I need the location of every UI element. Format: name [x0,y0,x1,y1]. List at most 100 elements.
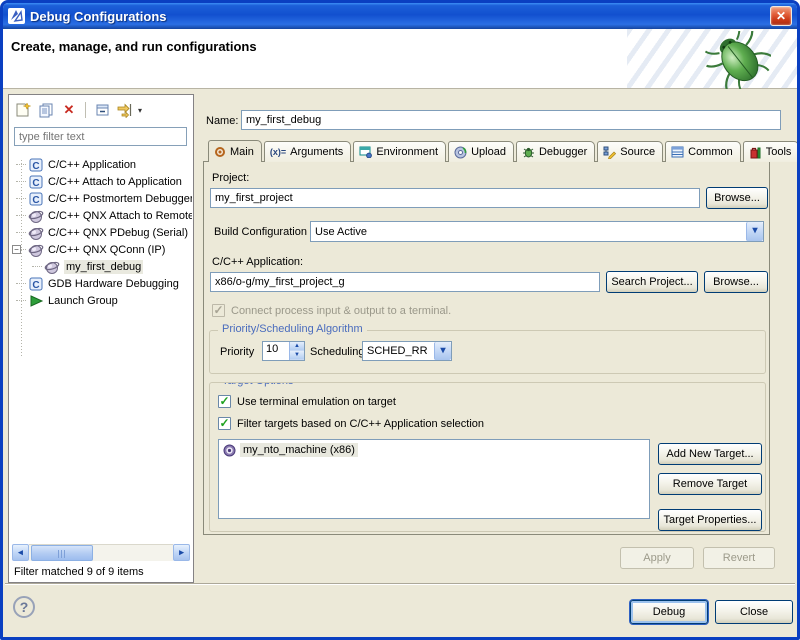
qnx-orb-icon [28,208,44,224]
tree-item-gdb-hardware[interactable]: C GDB Hardware Debugging [9,275,192,292]
common-tab-icon [671,146,684,158]
toolbar-separator [85,102,86,118]
tab-bar: Main (x)= Arguments Environment Upload D… [208,140,800,162]
title-bar[interactable]: Debug Configurations ✕ [3,3,797,29]
tools-tab-icon [749,146,762,159]
project-input[interactable] [210,188,700,208]
environment-tab-icon [359,146,372,158]
c-app-icon: C [28,191,44,207]
scrollbar-thumb[interactable] [31,545,93,561]
filter-targets-checkbox[interactable]: ✓ Filter targets based on C/C++ Applicat… [218,417,484,430]
tree-item-cpp-postmortem[interactable]: C C/C++ Postmortem Debugger [9,190,192,207]
revert-button[interactable]: Revert [703,547,775,569]
build-configuration-select[interactable]: Use Active ▾ [310,221,764,242]
target-properties-button[interactable]: Target Properties... [658,509,762,531]
name-label: Name: [206,115,238,127]
project-label: Project: [212,172,249,184]
configuration-tree: C C/C++ Application C C/C++ Attach to Ap… [9,152,192,382]
add-new-target-button[interactable]: Add New Target... [658,443,762,465]
debug-configurations-dialog: Debug Configurations ✕ [0,0,800,640]
svg-text:C: C [32,161,39,172]
tab-source[interactable]: Source [597,141,663,162]
configurations-sidebar: ✕ ▾ [8,94,194,583]
tree-item-launch-group[interactable]: Launch Group [9,292,192,309]
svg-text:C: C [32,178,39,189]
checkbox-check-icon: ✓ [212,304,225,317]
target-options-group: Target Options ✓ Use terminal emulation … [209,382,766,532]
name-input[interactable] [241,110,781,130]
debug-button[interactable]: Debug [630,600,708,624]
app-icon [8,8,25,24]
cpp-application-label: C/C++ Application: [212,256,303,268]
terminal-emulation-checkbox[interactable]: ✓ Use terminal emulation on target [218,395,396,408]
c-app-icon: C [28,174,44,190]
target-options-title: Target Options [218,382,298,387]
tab-debugger[interactable]: Debugger [516,141,595,162]
scheduling-label: Scheduling [310,346,364,358]
qnx-orb-icon [44,259,60,275]
connect-terminal-checkbox[interactable]: ✓ Connect process input & output to a te… [212,304,451,317]
tab-arguments[interactable]: (x)= Arguments [264,141,351,162]
debugger-tab-icon [522,146,535,159]
close-button[interactable]: Close [715,600,793,624]
tab-tools[interactable]: Tools [743,141,800,162]
tree-item-qnx-pdebug[interactable]: C/C++ QNX PDebug (Serial) [9,224,192,241]
collapse-all-icon[interactable] [92,100,112,120]
search-project-button[interactable]: Search Project... [606,271,698,293]
tree-item-qnx-qconn[interactable]: C/C++ QNX QConn (IP) [9,241,192,258]
c-app-icon: C [28,157,44,173]
priority-group-title: Priority/Scheduling Algorithm [218,323,367,335]
chevron-down-icon[interactable]: ▾ [434,342,451,360]
target-list-item[interactable]: my_nto_machine (x86) [219,440,649,460]
close-icon[interactable]: ✕ [770,6,792,26]
scroll-left-icon[interactable]: ◂ [12,544,29,561]
tree-item-my-first-debug[interactable]: my_first_debug [9,258,192,275]
target-icon [223,444,236,457]
tab-common[interactable]: Common [665,141,741,162]
spinner-up-icon[interactable]: ▲ [290,342,304,351]
filter-status-text: Filter matched 9 of 9 items [14,566,144,578]
new-configuration-icon[interactable] [13,100,33,120]
project-browse-button[interactable]: Browse... [706,187,768,209]
filter-launch-configurations-icon[interactable] [115,100,135,120]
main-tab-icon [214,146,226,158]
bug-image [705,31,771,89]
tab-upload[interactable]: Upload [448,141,514,162]
tab-environment[interactable]: Environment [353,141,446,162]
spinner-down-icon[interactable]: ▼ [290,351,304,360]
scroll-right-icon[interactable]: ▸ [173,544,190,561]
svg-text:C: C [32,195,39,206]
sidebar-toolbar: ✕ ▾ [13,98,142,122]
checkbox-check-icon: ✓ [218,417,231,430]
tree-collapse-toggle[interactable]: − [12,245,21,254]
tab-main[interactable]: Main [208,140,262,162]
tree-item-qnx-attach-remote[interactable]: C/C++ QNX Attach to Remote Process [9,207,192,224]
remove-target-button[interactable]: Remove Target [658,473,762,495]
priority-spinner[interactable]: 10 ▲ ▼ [262,341,305,361]
type-filter-input[interactable] [14,127,187,146]
tree-item-cpp-attach[interactable]: C C/C++ Attach to Application [9,173,192,190]
scrollbar-track[interactable] [29,544,173,561]
chevron-down-icon[interactable]: ▾ [746,222,763,241]
scheduling-select[interactable]: SCHED_RR ▾ [362,341,452,361]
help-button[interactable]: ? [13,596,35,618]
duplicate-configuration-icon[interactable] [36,100,56,120]
arguments-tab-icon: (x)= [270,147,286,157]
launch-group-icon [28,293,44,309]
build-configuration-label: Build Configuration [214,226,307,238]
footer-separator [5,583,795,585]
cpp-application-input[interactable] [210,272,600,292]
window-title: Debug Configurations [30,9,167,24]
application-browse-button[interactable]: Browse... [704,271,768,293]
tree-item-cpp-application[interactable]: C C/C++ Application [9,156,192,173]
priority-label: Priority [220,346,254,358]
main-tab-panel: Project: Browse... Build Configuration U… [203,161,770,535]
page-title: Create, manage, and run configurations [11,39,257,54]
c-app-icon: C [28,276,44,292]
delete-configuration-icon[interactable]: ✕ [59,100,79,120]
sidebar-horizontal-scrollbar[interactable]: ◂ ▸ [12,544,190,561]
priority-scheduling-group: Priority/Scheduling Algorithm Priority 1… [209,330,766,374]
toolbar-menu-chevron-icon[interactable]: ▾ [138,106,142,115]
target-list[interactable]: my_nto_machine (x86) [218,439,650,519]
apply-button[interactable]: Apply [620,547,694,569]
